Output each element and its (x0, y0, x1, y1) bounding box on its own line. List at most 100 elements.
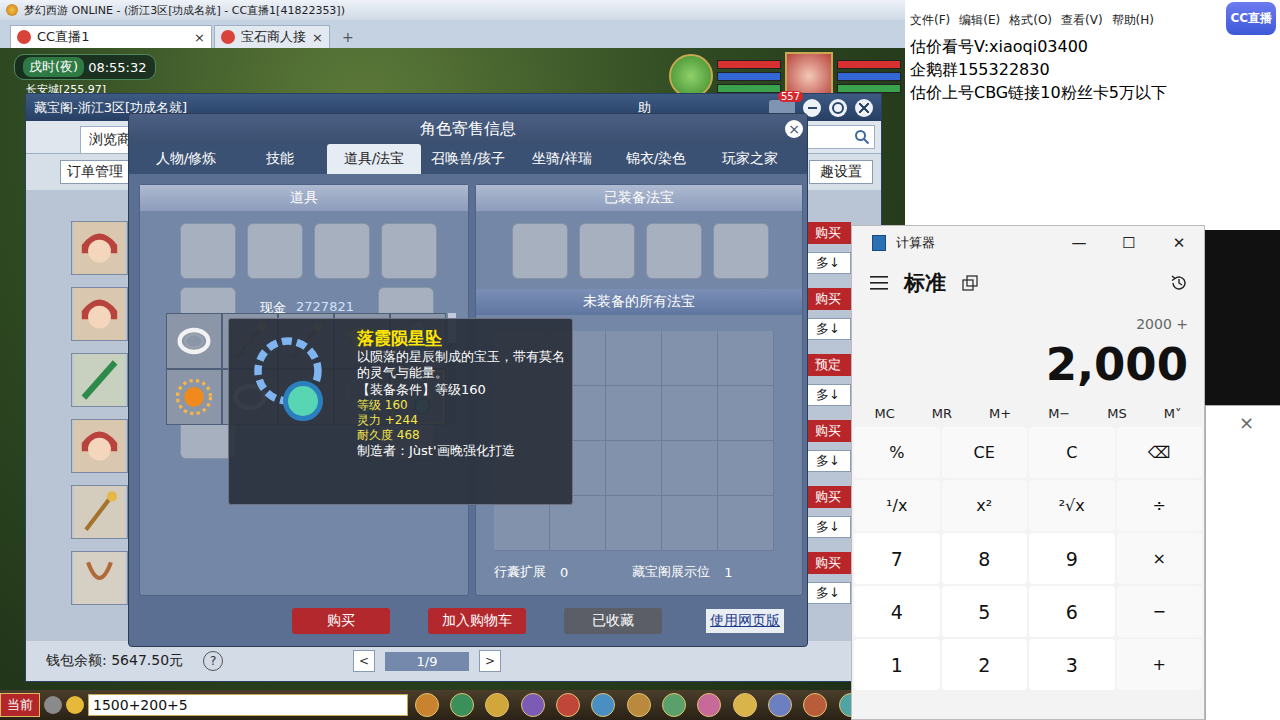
calc-key[interactable]: C (1029, 427, 1115, 478)
memory-button[interactable]: MR (932, 406, 952, 421)
calc-key[interactable]: ²√x (1029, 480, 1115, 531)
close-tab-button[interactable]: × (312, 30, 323, 45)
browser-tab[interactable]: CC直播1 × (10, 25, 212, 48)
calc-key[interactable]: × (1117, 533, 1203, 584)
dialog-tab[interactable]: 人物/修炼 (139, 144, 233, 174)
menu-icon[interactable] (870, 276, 888, 290)
menu-item[interactable]: 格式(O) (1009, 12, 1052, 29)
fabao-cell[interactable] (606, 441, 662, 496)
buy-button[interactable]: 购买 (805, 486, 851, 508)
dialog-tab[interactable]: 技能 (233, 144, 327, 174)
more-button[interactable]: 多↓ (805, 318, 851, 340)
memory-button[interactable]: MC (875, 406, 895, 421)
equipment-slot[interactable] (381, 223, 437, 279)
window-control[interactable]: ✕ (1154, 234, 1204, 252)
menu-item[interactable]: 文件(F) (910, 12, 950, 29)
fabao-cell[interactable] (662, 331, 718, 386)
calc-key[interactable]: 8 (942, 533, 1028, 584)
toolbar-icon[interactable] (485, 693, 509, 717)
menu-item[interactable]: 编辑(E) (959, 12, 1000, 29)
memory-button[interactable]: M+ (989, 406, 1011, 421)
dialog-button[interactable]: 购买 (292, 608, 390, 634)
buy-button[interactable]: 购买 (805, 222, 851, 244)
equipment-slot[interactable] (180, 223, 236, 279)
pet-avatar-icon[interactable] (669, 54, 713, 98)
calc-key[interactable]: x² (942, 480, 1028, 531)
wallet-help-button[interactable]: ? (203, 651, 223, 671)
toolbar-icon[interactable] (556, 693, 580, 717)
chat-input[interactable]: 1500+200+5 (88, 694, 408, 716)
calc-key[interactable]: − (1117, 586, 1203, 637)
calc-key[interactable]: 9 (1029, 533, 1115, 584)
calc-key[interactable]: + (1117, 639, 1203, 690)
toolbar-icon[interactable] (627, 693, 651, 717)
close-button[interactable]: × (1239, 412, 1254, 433)
fabao-cell[interactable] (662, 441, 718, 496)
calc-key[interactable]: % (854, 427, 940, 478)
browser-tab[interactable]: 宝石商人接 × (214, 25, 330, 48)
toolbar-icon[interactable] (450, 693, 474, 717)
fabao-cell[interactable] (662, 386, 718, 441)
calc-key[interactable]: 3 (1029, 639, 1115, 690)
window-control[interactable]: ☐ (1104, 234, 1154, 252)
fabao-slot[interactable] (579, 223, 635, 279)
more-button[interactable]: 多↓ (805, 384, 851, 406)
buy-button[interactable]: 预定 (805, 354, 851, 376)
calc-key[interactable]: 1 (854, 639, 940, 690)
toolbar-icon[interactable] (733, 693, 757, 717)
orders-button[interactable]: 订单管理 (60, 160, 130, 184)
more-button[interactable]: 多↓ (805, 450, 851, 472)
buy-button[interactable]: 购买 (805, 552, 851, 574)
next-page-button[interactable]: > (479, 650, 501, 672)
memory-button[interactable]: M˅ (1164, 406, 1182, 421)
menu-item[interactable]: 帮助(H) (1112, 12, 1154, 29)
calc-key[interactable]: ÷ (1117, 480, 1203, 531)
toolbar-icon[interactable] (768, 693, 792, 717)
calc-key[interactable]: 5 (942, 586, 1028, 637)
channel-button[interactable]: 当前 (0, 693, 40, 717)
dialog-tab[interactable]: 锦衣/染色 (609, 144, 703, 174)
toolbar-icon[interactable] (521, 693, 545, 717)
fabao-cell[interactable] (606, 386, 662, 441)
calc-key[interactable]: ⌫ (1117, 427, 1203, 478)
bag-item[interactable] (167, 314, 221, 368)
calc-key[interactable]: 4 (854, 586, 940, 637)
keep-on-top-icon[interactable] (962, 275, 978, 291)
dialog-tab[interactable]: 玩家之家 (703, 144, 797, 174)
calc-key[interactable]: CE (942, 427, 1028, 478)
dialog-tab[interactable]: 召唤兽/孩子 (421, 144, 515, 174)
toolbar-icon[interactable] (415, 693, 439, 717)
memory-button[interactable]: MS (1107, 406, 1126, 421)
memory-button[interactable]: M− (1048, 406, 1070, 421)
prev-page-button[interactable]: < (353, 650, 375, 672)
text-area[interactable]: 估价看号V:xiaoqi03400企鹅群155322830估价上号CBG链接10… (905, 29, 1280, 104)
dialog-tab[interactable]: 坐骑/祥瑞 (515, 144, 609, 174)
fabao-cell[interactable] (718, 496, 774, 551)
toolbar-icon[interactable] (591, 693, 615, 717)
fabao-cell[interactable] (718, 386, 774, 441)
settings-button[interactable]: 趣设置 (809, 160, 873, 184)
toolbar-icon[interactable] (662, 693, 686, 717)
fabao-slot[interactable] (713, 223, 769, 279)
toolbar-icon[interactable] (803, 693, 827, 717)
fabao-cell[interactable] (718, 441, 774, 496)
fabao-slot[interactable] (512, 223, 568, 279)
toolbar-icon[interactable] (697, 693, 721, 717)
more-button[interactable]: 多↓ (805, 516, 851, 538)
fabao-cell[interactable] (718, 331, 774, 386)
equipment-slot[interactable] (247, 223, 303, 279)
mic-icon[interactable] (44, 696, 62, 714)
web-version-link[interactable]: 使用网页版 (706, 609, 784, 633)
fabao-cell[interactable] (662, 496, 718, 551)
dialog-tab[interactable]: 道具/法宝 (327, 144, 421, 174)
fabao-slot[interactable] (646, 223, 702, 279)
calc-key[interactable]: 6 (1029, 586, 1115, 637)
new-tab-button[interactable]: + (336, 29, 360, 48)
calc-key[interactable]: ¹/x (854, 480, 940, 531)
bag-item[interactable] (167, 370, 221, 424)
emoji-icon[interactable] (66, 696, 84, 714)
fabao-cell[interactable] (606, 496, 662, 551)
history-icon[interactable] (1170, 274, 1188, 292)
close-tab-button[interactable]: × (194, 30, 205, 45)
dialog-button[interactable]: 已收藏 (564, 608, 662, 634)
